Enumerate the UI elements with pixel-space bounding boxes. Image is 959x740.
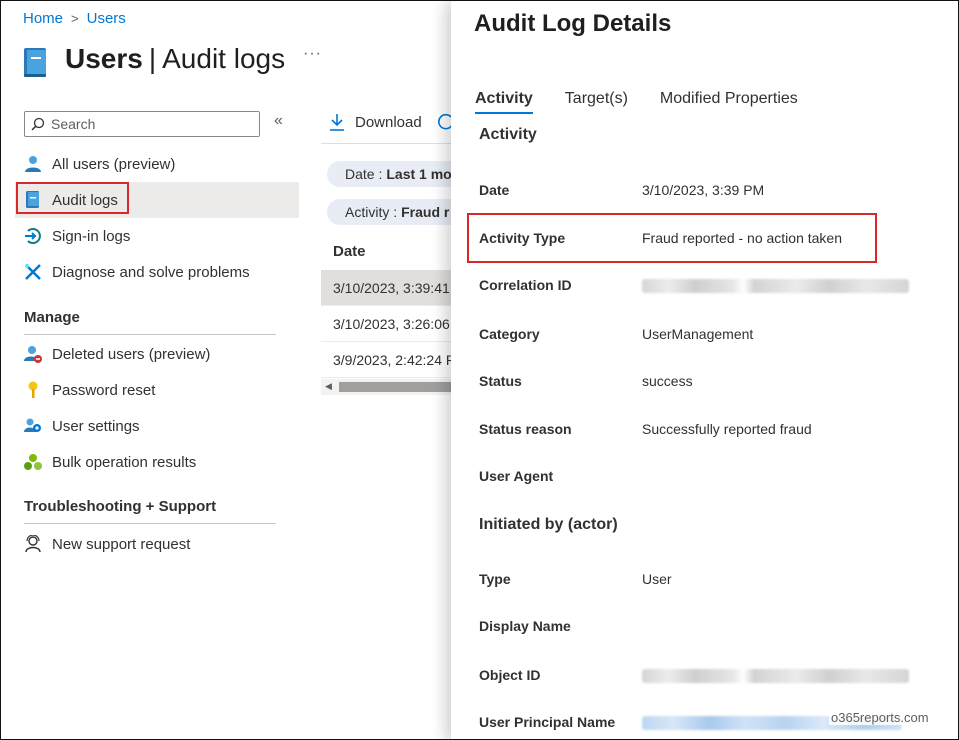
audit-log-details-panel: Audit Log Details Activity Target(s) Mod…	[451, 1, 958, 739]
sidebar-item-sign-in-logs[interactable]: Sign-in logs	[15, 218, 299, 254]
divider	[321, 143, 451, 144]
divider	[24, 334, 276, 335]
sidebar-item-bulk-results[interactable]: Bulk operation results	[15, 444, 299, 480]
more-options-button[interactable]: ···	[303, 45, 322, 63]
correlation-id-label: Correlation ID	[479, 277, 572, 293]
download-icon	[330, 114, 344, 131]
display-name-label: Display Name	[479, 618, 571, 634]
filter-pill-activity[interactable]: Activity : Fraud r	[327, 199, 467, 225]
sign-in-icon	[24, 227, 42, 245]
deleted-user-icon	[24, 345, 42, 363]
table-row[interactable]: 3/10/2023, 3:39:41	[321, 270, 451, 306]
watermark: o365reports.com	[829, 710, 931, 725]
screenshot-frame: Home > Users Users | Audit logs ··· Search…	[0, 0, 959, 740]
panel-title: Audit Log Details	[474, 10, 672, 37]
divider	[24, 523, 276, 524]
actor-type-label: Type	[479, 571, 511, 587]
activity-section-heading: Activity	[479, 126, 537, 143]
table-row[interactable]: 3/9/2023, 2:42:24 P	[321, 342, 451, 378]
scrollbar-thumb[interactable]	[339, 382, 451, 392]
sidebar-item-all-users[interactable]: All users (preview)	[15, 146, 299, 182]
correlation-id-redacted	[642, 279, 909, 293]
date-label: Date	[479, 182, 510, 198]
tab-modified-properties[interactable]: Modified Properties	[660, 90, 798, 108]
audit-log-book-icon	[24, 48, 46, 77]
scroll-left-icon[interactable]: ◀	[325, 381, 332, 392]
sidebar-item-new-support-request[interactable]: New support request	[15, 526, 299, 562]
page-title: Users | Audit logs	[65, 43, 286, 74]
support-person-icon	[24, 535, 42, 553]
details-tabs: Activity Target(s) Modified Properties	[475, 90, 830, 114]
sidebar-item-user-settings[interactable]: User settings	[15, 408, 299, 444]
user-principal-name-label: User Principal Name	[479, 714, 616, 730]
breadcrumb-home[interactable]: Home	[23, 10, 63, 27]
manage-heading: Manage	[24, 309, 80, 326]
toolbar: Download	[329, 113, 464, 131]
status-reason-value: Successfully reported fraud	[642, 421, 812, 437]
table-row[interactable]: 3/10/2023, 3:26:06	[321, 306, 451, 342]
search-icon	[31, 117, 45, 131]
column-header-date[interactable]: Date	[333, 243, 366, 260]
actor-type-value: User	[642, 571, 672, 587]
sidebar-item-diagnose[interactable]: Diagnose and solve problems	[15, 254, 299, 290]
breadcrumb: Home > Users	[23, 10, 126, 27]
object-id-redacted	[642, 669, 909, 683]
status-reason-label: Status reason	[479, 421, 572, 437]
audit-logs-highlight-box	[16, 182, 129, 214]
object-id-label: Object ID	[479, 667, 541, 683]
date-value: 3/10/2023, 3:39 PM	[642, 182, 765, 198]
user-icon	[24, 155, 42, 173]
bulk-operation-icon	[24, 453, 42, 471]
wrench-icon	[24, 263, 42, 281]
tab-activity[interactable]: Activity	[475, 90, 533, 114]
sidebar-item-password-reset[interactable]: Password reset	[15, 372, 299, 408]
breadcrumb-separator: >	[71, 11, 79, 26]
tab-targets[interactable]: Target(s)	[565, 90, 628, 108]
breadcrumb-users[interactable]: Users	[87, 10, 126, 27]
activity-type-highlight-box	[467, 213, 877, 263]
horizontal-scrollbar[interactable]: ◀	[321, 379, 451, 395]
category-value: UserManagement	[642, 326, 754, 342]
status-label: Status	[479, 373, 522, 389]
filter-pill-date[interactable]: Date : Last 1 mo	[327, 161, 467, 187]
category-label: Category	[479, 326, 540, 342]
download-button[interactable]: Download	[355, 114, 422, 131]
actor-section-heading: Initiated by (actor)	[479, 516, 618, 533]
user-settings-icon	[24, 417, 42, 435]
sidebar-item-deleted-users[interactable]: Deleted users (preview)	[15, 336, 299, 372]
troubleshooting-heading: Troubleshooting + Support	[24, 498, 217, 515]
user-agent-label: User Agent	[479, 468, 554, 484]
page-header: Users | Audit logs	[23, 39, 285, 79]
key-icon	[24, 381, 42, 399]
status-value: success	[642, 373, 693, 389]
search-input[interactable]: Search	[24, 111, 260, 137]
search-placeholder: Search	[51, 116, 96, 132]
collapse-sidebar-button[interactable]: «	[274, 112, 283, 130]
